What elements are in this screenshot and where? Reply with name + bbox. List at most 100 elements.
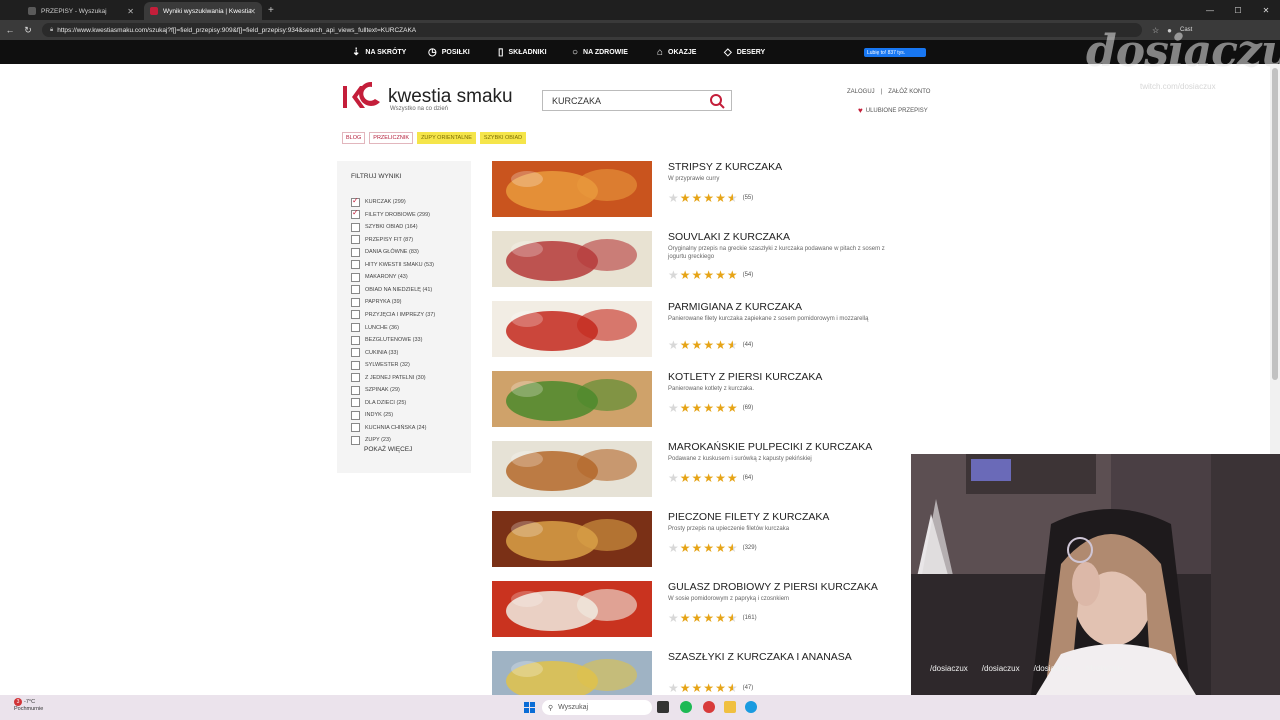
search-input[interactable] — [552, 95, 702, 106]
star-icon[interactable]: ★ — [715, 339, 726, 351]
star-icon[interactable]: ★ — [692, 542, 703, 554]
filter-checkbox[interactable] — [351, 260, 360, 270]
browser-tab[interactable]: PRZEPISY - Wyszukaj ✕ — [22, 2, 140, 20]
filter-item[interactable]: PRZYJĘCIA I IMPREZY (37) — [351, 310, 435, 320]
filter-checkbox[interactable] — [351, 196, 360, 207]
star-icon[interactable]: ★ — [680, 339, 691, 351]
filter-checkbox[interactable] — [351, 385, 360, 395]
tag-zupy-orientalne[interactable]: ZUPY ORIENTALNE — [417, 132, 476, 144]
nav-item-desery[interactable]: ◇ DESERY — [724, 40, 765, 64]
star-icon[interactable]: ★ — [668, 542, 679, 554]
star-icon[interactable]: ★ — [727, 402, 738, 414]
app-icon[interactable] — [703, 701, 715, 713]
recipe-title[interactable]: MAROKAŃSKIE PULPECIKI Z KURCZAKA — [668, 441, 872, 453]
recipe-thumbnail[interactable] — [492, 511, 652, 567]
filter-item[interactable]: ZUPY (23) — [351, 435, 391, 445]
tag-szybki-obiad[interactable]: SZYBKI OBIAD — [479, 132, 527, 144]
spotify-icon[interactable] — [680, 701, 692, 713]
nav-item-posilki[interactable]: ◷ POSIŁKI — [428, 40, 470, 64]
filter-checkbox[interactable] — [351, 208, 360, 220]
star-icon[interactable]: ★ — [692, 339, 703, 351]
filter-checkbox[interactable] — [351, 310, 360, 320]
nav-item-na-skroty[interactable]: ⇣ NA SKRÓTY — [352, 40, 406, 64]
star-icon[interactable]: ★ — [668, 339, 679, 351]
edge-icon[interactable] — [745, 701, 757, 713]
filter-item[interactable]: SZYBKI OBIAD (164) — [351, 222, 418, 232]
tab-close-icon[interactable]: ✕ — [127, 7, 134, 16]
recipe-thumbnail[interactable] — [492, 301, 652, 357]
tab-close-icon[interactable]: ✕ — [249, 7, 256, 16]
star-icon[interactable]: ★ — [703, 192, 714, 204]
weather-widget[interactable]: 3 -7°C Pochmurnie — [14, 698, 43, 713]
recipe-title[interactable]: GULASZ DROBIOWY Z PIERSI KURCZAKA — [668, 581, 878, 593]
star-icon[interactable]: ★ — [727, 612, 738, 624]
recipe-title[interactable]: SOUVLAKI Z KURCZAKA — [668, 231, 790, 243]
star-icon[interactable]: ★ — [692, 192, 703, 204]
star-icon[interactable]: ★ — [692, 472, 703, 484]
filter-checkbox[interactable] — [351, 423, 360, 433]
star-icon[interactable]: ★ — [680, 542, 691, 554]
logo-name[interactable]: kwestia smaku — [388, 86, 513, 108]
star-icon[interactable]: ★ — [692, 269, 703, 281]
star-icon[interactable]: ★ — [668, 269, 679, 281]
login-link[interactable]: ZALOGUJ — [847, 89, 875, 95]
filter-item[interactable]: KUCHNIA CHIŃSKA (24) — [351, 423, 426, 433]
star-icon[interactable]: ★ — [727, 542, 738, 554]
filter-item[interactable]: KURCZAK (299) — [351, 196, 406, 207]
star-icon[interactable]: ★ — [703, 612, 714, 624]
maximize-icon[interactable]: ☐ — [1224, 0, 1252, 20]
filter-item[interactable]: SZPINAK (29) — [351, 385, 400, 395]
minimize-icon[interactable]: — — [1196, 0, 1224, 20]
recipe-thumbnail[interactable] — [492, 371, 652, 427]
star-icon[interactable]: ★ — [680, 269, 691, 281]
reload-icon[interactable]: ↻ — [20, 25, 36, 36]
new-tab-icon[interactable]: + — [268, 5, 274, 16]
filter-checkbox[interactable] — [351, 373, 360, 383]
filter-item[interactable]: DANIA GŁÓWNE (83) — [351, 247, 419, 257]
recipe-thumbnail[interactable] — [492, 161, 652, 217]
recipe-result[interactable]: STRIPSY Z KURCZAKA W przyprawie curry ★ ★ ★ ★… — [492, 161, 892, 217]
star-icon[interactable]: ★ — [715, 542, 726, 554]
star-icon[interactable]: ★ — [703, 472, 714, 484]
star-icon[interactable]: ★ — [715, 192, 726, 204]
star-icon[interactable]: ★ — [680, 192, 691, 204]
filter-checkbox[interactable] — [351, 360, 360, 370]
star-icon[interactable]: ★ — [668, 682, 679, 694]
star-icon[interactable]: ★ — [715, 682, 726, 694]
back-icon[interactable]: ← — [2, 25, 18, 35]
browser-tab-active[interactable]: Wyniki wyszukiwania | Kwestia Sm ✕ — [144, 2, 262, 20]
filter-item[interactable]: BEZGLUTENOWE (33) — [351, 335, 422, 345]
recipe-thumbnail[interactable] — [492, 231, 652, 287]
star-icon[interactable]: ★ — [715, 472, 726, 484]
filter-item[interactable]: LUNCHE (36) — [351, 323, 399, 333]
close-window-icon[interactable]: ✕ — [1252, 0, 1280, 20]
star-icon[interactable]: ★ — [668, 472, 679, 484]
filter-item[interactable]: DLA DZIECI (25) — [351, 398, 406, 408]
star-icon[interactable]: ★ — [692, 612, 703, 624]
filter-checkbox[interactable] — [351, 335, 360, 345]
filter-checkbox[interactable] — [351, 435, 360, 445]
star-icon[interactable]: ★ — [680, 682, 691, 694]
star-icon[interactable]: ★ — [692, 402, 703, 414]
recipe-title[interactable]: KOTLETY Z PIERSI KURCZAKA — [668, 371, 822, 383]
star-icon[interactable]: ★ — [668, 192, 679, 204]
star-icon[interactable]: ★ — [703, 542, 714, 554]
filter-checkbox[interactable] — [351, 272, 360, 282]
task-view-icon[interactable] — [657, 701, 669, 713]
nav-item-okazje[interactable]: ⌂ OKAZJE — [657, 40, 696, 64]
filter-item[interactable]: FILETY DROBIOWE (299) — [351, 208, 430, 220]
kwestia-smaku-logo-icon[interactable] — [342, 80, 382, 114]
nav-item-na-zdrowie[interactable]: ○ NA ZDROWIE — [572, 40, 628, 64]
page-scrollbar[interactable] — [1270, 64, 1280, 454]
filter-checkbox[interactable] — [351, 222, 360, 232]
nav-item-skladniki[interactable]: ▯ SKŁADNIKI — [498, 40, 547, 64]
recipe-result[interactable]: PIECZONE FILETY Z KURCZAKA Prosty przepis… — [492, 511, 892, 567]
show-more-link[interactable]: POKAŻ WIĘCEJ — [364, 446, 412, 453]
taskbar-search[interactable]: ⚲ Wyszukaj — [542, 700, 652, 715]
star-icon[interactable]: ★ — [680, 472, 691, 484]
filter-checkbox[interactable] — [351, 297, 360, 307]
tag-blog[interactable]: BLOG — [342, 132, 366, 144]
filter-item[interactable]: MAKARONY (43) — [351, 272, 408, 282]
favorites-link[interactable]: ♥ ULUBIONE PRZEPISY — [858, 106, 928, 115]
filter-item[interactable]: CUKINIA (33) — [351, 348, 398, 358]
